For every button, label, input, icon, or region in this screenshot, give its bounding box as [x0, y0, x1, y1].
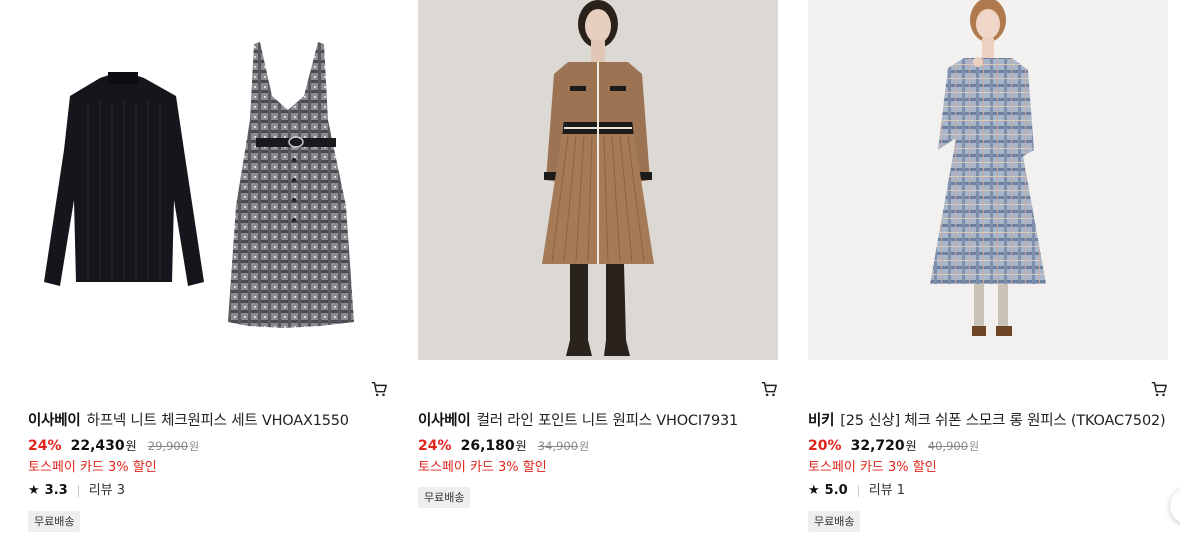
review-count: 리뷰 1 — [868, 483, 906, 498]
original-price-unit: 원 — [969, 440, 980, 453]
cart-icon[interactable] — [370, 380, 388, 398]
product-image[interactable] — [808, 0, 1168, 360]
star-icon: ★ — [808, 483, 820, 498]
price-unit: 원 — [905, 439, 917, 453]
free-shipping-badge: 무료배송 — [418, 487, 471, 508]
rating-row: ★ 3.3 리뷰 3 — [28, 481, 388, 501]
rating-row: ★ 5.0 리뷰 1 — [808, 481, 1168, 501]
discount-rate: 20% — [808, 438, 842, 454]
star-icon: ★ — [28, 483, 40, 498]
product-name: 컬러 라인 포인트 니트 원피스 VHOCI7931 — [476, 413, 739, 429]
brand-name: 이사베이 — [28, 413, 81, 429]
promo-text: 토스페이 카드 3% 할인 — [418, 460, 547, 475]
price-row: 24% 26,180원 34,900원 — [418, 434, 778, 458]
divider — [77, 485, 79, 497]
brand-name: 비키 — [808, 413, 835, 429]
original-price-unit: 원 — [579, 440, 590, 453]
review-count: 리뷰 3 — [88, 483, 126, 498]
discount-rate: 24% — [28, 438, 62, 454]
sale-price: 22,430 — [70, 438, 125, 454]
product-image[interactable] — [28, 0, 388, 360]
price-row: 20% 32,720원 40,900원 — [808, 434, 1168, 458]
carousel-next-button[interactable] — [1170, 488, 1180, 524]
original-price: 29,900 — [147, 439, 189, 453]
original-price-unit: 원 — [189, 440, 200, 453]
rating-score: 3.3 — [44, 483, 68, 498]
product-card[interactable]: 비키 [25 신상] 체크 쉬폰 스모크 롱 원피스 (TKOAC7502) 20… — [808, 0, 1168, 532]
sale-price: 26,180 — [460, 438, 515, 454]
free-shipping-badge: 무료배송 — [808, 511, 861, 532]
product-card[interactable]: 이사베이 하프넥 니트 체크원피스 세트 VHOAX1550 24% 22,430… — [28, 0, 388, 532]
product-image[interactable] — [418, 0, 778, 360]
divider — [857, 485, 859, 497]
original-price: 40,900 — [927, 439, 969, 453]
product-card[interactable]: 이사베이 컬러 라인 포인트 니트 원피스 VHOCI7931 24% 26,18… — [418, 0, 778, 508]
product-title[interactable]: 이사베이 컬러 라인 포인트 니트 원피스 VHOCI7931 — [418, 410, 778, 432]
rating-score: 5.0 — [824, 483, 848, 498]
original-price: 34,900 — [537, 439, 579, 453]
cart-icon[interactable] — [1150, 380, 1168, 398]
price-row: 24% 22,430원 29,900원 — [28, 434, 388, 458]
product-title[interactable]: 비키 [25 신상] 체크 쉬폰 스모크 롱 원피스 (TKOAC7502) — [808, 410, 1168, 432]
product-name: [25 신상] 체크 쉬폰 스모크 롱 원피스 (TKOAC7502) — [840, 413, 1166, 429]
free-shipping-badge: 무료배송 — [28, 511, 81, 532]
sale-price: 32,720 — [850, 438, 905, 454]
cart-icon[interactable] — [760, 380, 778, 398]
price-unit: 원 — [125, 439, 137, 453]
discount-rate: 24% — [418, 438, 452, 454]
price-unit: 원 — [515, 439, 527, 453]
promo-text: 토스페이 카드 3% 할인 — [808, 460, 937, 475]
product-title[interactable]: 이사베이 하프넥 니트 체크원피스 세트 VHOAX1550 — [28, 410, 388, 432]
promo-text: 토스페이 카드 3% 할인 — [28, 460, 157, 475]
product-name: 하프넥 니트 체크원피스 세트 VHOAX1550 — [86, 413, 349, 429]
brand-name: 이사베이 — [418, 413, 471, 429]
